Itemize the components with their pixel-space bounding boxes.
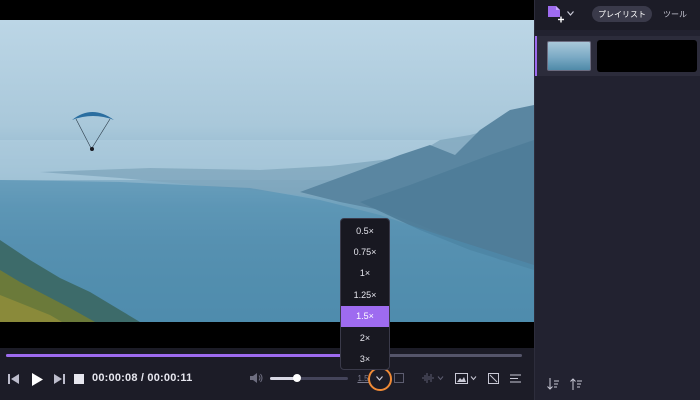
side-panel: プレイリスト ツール bbox=[534, 0, 700, 400]
time-separator: / bbox=[137, 372, 148, 384]
playlist-item-thumbnail[interactable] bbox=[547, 41, 591, 71]
speed-option[interactable]: 3× bbox=[341, 348, 389, 369]
time-display: 00:00:08 / 00:00:11 bbox=[92, 372, 192, 384]
prev-frame-icon[interactable] bbox=[6, 371, 22, 387]
total-time: 00:00:11 bbox=[147, 372, 193, 384]
video-scene bbox=[0, 105, 534, 322]
side-panel-header: プレイリスト ツール bbox=[535, 0, 700, 30]
progress-bar-fill bbox=[6, 354, 344, 357]
current-time: 00:00:08 bbox=[92, 372, 138, 384]
next-frame-icon[interactable] bbox=[51, 371, 67, 387]
playlist-item-info[interactable] bbox=[597, 40, 697, 72]
tab-tools[interactable]: ツール bbox=[663, 6, 687, 22]
speed-option[interactable]: 0.5× bbox=[341, 220, 389, 241]
add-media-icon[interactable] bbox=[545, 4, 565, 24]
captions-icon[interactable] bbox=[392, 371, 406, 385]
volume-icon[interactable] bbox=[248, 370, 266, 386]
play-icon[interactable] bbox=[29, 370, 45, 388]
playlist-item[interactable] bbox=[535, 36, 700, 76]
sort-down-icon[interactable] bbox=[545, 376, 561, 392]
audio-wave-icon[interactable] bbox=[421, 371, 447, 385]
video-editor-app: 00:00:08 / 00:00:11 1.5 0.5× 0.75× 1× 1.25×… bbox=[0, 0, 700, 400]
picture-icon[interactable] bbox=[454, 371, 480, 385]
chevron-down-icon[interactable] bbox=[565, 8, 575, 18]
speed-option[interactable]: 2× bbox=[341, 327, 389, 348]
volume-slider[interactable] bbox=[270, 374, 348, 382]
speed-menu: 0.5× 0.75× 1× 1.25× 1.5× 2× 3× bbox=[340, 218, 390, 370]
menu-icon[interactable] bbox=[508, 371, 522, 385]
fullscreen-icon[interactable] bbox=[486, 371, 500, 385]
side-panel-footer bbox=[535, 370, 700, 400]
speed-button-highlight bbox=[368, 367, 392, 391]
video-player[interactable] bbox=[0, 0, 534, 348]
progress-bar[interactable] bbox=[6, 354, 522, 357]
tab-playlist[interactable]: プレイリスト bbox=[592, 6, 652, 22]
speed-option[interactable]: 1.25× bbox=[341, 284, 389, 305]
video-frame[interactable] bbox=[0, 20, 534, 322]
sort-up-icon[interactable] bbox=[568, 376, 584, 392]
stop-icon[interactable] bbox=[71, 371, 87, 387]
speed-option[interactable]: 1× bbox=[341, 263, 389, 284]
speed-option[interactable]: 1.5× bbox=[341, 305, 389, 327]
speed-option[interactable]: 0.75× bbox=[341, 241, 389, 262]
